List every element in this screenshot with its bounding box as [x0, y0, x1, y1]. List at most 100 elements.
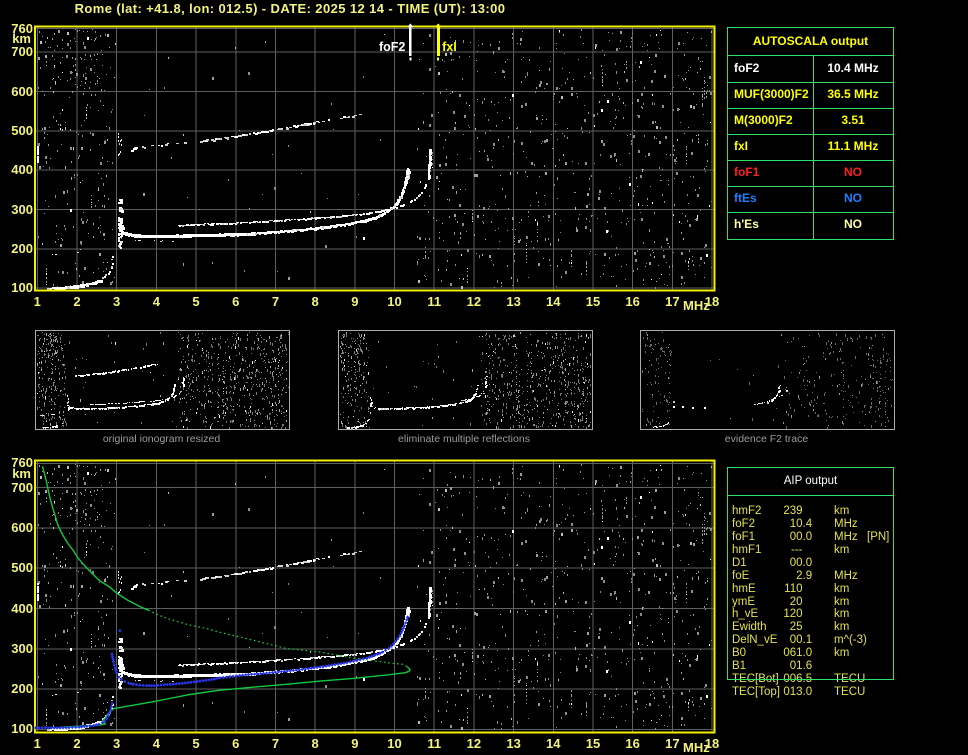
autoscala-row-value: 3.51 [813, 114, 893, 127]
y-tick-label: 100 [0, 282, 33, 294]
aip-row-value-frac: .4 [803, 518, 813, 530]
thumbnail-eliminate-reflections [338, 330, 593, 430]
aip-row-unit: km [834, 596, 849, 608]
aip-row-label: foE [732, 570, 749, 582]
autoscala-column-divider [813, 186, 814, 213]
grid-lines [36, 27, 714, 289]
x-axis-unit: MHz [683, 742, 710, 754]
aip-row-value-frac: .1 [803, 634, 813, 646]
aip-row-value-int: 2 [758, 570, 803, 582]
autoscala-column-divider [813, 212, 814, 239]
y-tick-label: 200 [0, 243, 33, 255]
x-tick-label: 1 [22, 738, 52, 750]
autoscala-row-fxi: fxI 11.1 MHz [728, 134, 893, 161]
thumbnail-plot-3 [641, 331, 894, 429]
aip-row-label: hmE [732, 583, 756, 595]
grid-lines [36, 462, 714, 732]
aip-row-label: D1 [732, 557, 747, 569]
x-tick-label: 16 [618, 296, 648, 308]
autoscala-row-value: NO [813, 218, 893, 231]
x-tick-label: 13 [499, 738, 529, 750]
thumbnail-plot-2 [339, 331, 592, 429]
aip-row-d1: D100.0 [728, 557, 893, 569]
x-tick-label: 12 [459, 738, 489, 750]
y-tick-label: 300 [0, 204, 33, 216]
aip-row-value-int: 25 [758, 621, 803, 633]
aip-row-value-frac: .9 [803, 570, 813, 582]
aip-row-hmf2: hmF2239km [728, 505, 893, 517]
y-tick-label: 700 [0, 482, 33, 494]
aip-row-hve: h_vE120km [728, 608, 893, 620]
autoscala-row-label: ftEs [734, 192, 757, 205]
ionogram-echo-dots [37, 29, 712, 290]
aip-row-label: B0 [732, 647, 746, 659]
autoscala-row-label: MUF(3000)F2 [734, 88, 809, 101]
y-tick-label: 500 [0, 562, 33, 574]
aip-row-value-frac: .0 [803, 531, 813, 543]
aip-row-unit: m^(-3) [834, 634, 867, 646]
aip-row-fof2: foF210.4MHz [728, 518, 893, 530]
aip-row-value-frac: .0 [803, 647, 813, 659]
aip-row-value-int: 00 [758, 634, 803, 646]
autoscala-row-value: 10.4 MHz [813, 62, 893, 75]
autoscala-row-value: 36.5 MHz [813, 88, 893, 101]
autoscala-row-fof1: foF1 NO [728, 160, 893, 187]
autoscala-row-ftes: ftEs NO [728, 186, 893, 213]
aip-row-unit: TECU [834, 686, 865, 698]
aip-row-delnve: DelN_vE00.1m^(-3) [728, 634, 893, 646]
autoscala-row-value: 11.1 MHz [813, 140, 893, 153]
aip-row-hme: hmE110km [728, 583, 893, 595]
aip-row-ewidth: Ewidth25km [728, 621, 893, 633]
x-tick-label: 11 [419, 296, 449, 308]
aip-row-unit: km [834, 505, 849, 517]
autoscala-row-label: fxI [734, 140, 748, 153]
aip-row-unit: km [834, 647, 849, 659]
marker-label-fxi: fxI [442, 40, 482, 54]
autoscala-row-value: NO [813, 192, 893, 205]
x-tick-label: 8 [300, 296, 330, 308]
y-tick-label: 500 [0, 125, 33, 137]
x-tick-label: 6 [221, 296, 251, 308]
autoscala-column-divider [813, 82, 814, 109]
aip-row-value-int: 10 [758, 518, 803, 530]
autoscala-row-hes: h'Es NO [728, 212, 893, 238]
x-tick-label: 15 [578, 738, 608, 750]
aip-row-b1: B101.6 [728, 660, 893, 672]
aip-row-label: foF2 [732, 518, 755, 530]
aip-row-note: [PN] [867, 531, 889, 543]
x-tick-label: 10 [380, 738, 410, 750]
x-tick-label: 14 [538, 738, 568, 750]
aip-row-unit: MHz [834, 570, 858, 582]
y-tick-label: 600 [0, 522, 33, 534]
autoscala-column-divider [813, 108, 814, 135]
autoscala-column-divider [813, 56, 814, 83]
aip-row-b0: B0061.0km [728, 647, 893, 659]
y-tick-label: 200 [0, 683, 33, 695]
y-axis-unit: km [0, 468, 31, 480]
autoscala-row-value: NO [813, 166, 893, 179]
autoscala-row-label: h'Es [734, 218, 759, 231]
y-tick-label: 700 [0, 46, 33, 58]
aip-output-panel: AIP outputhmF2239kmfoF210.4MHzfoF100.0MH… [727, 467, 894, 680]
y-tick-label: 400 [0, 164, 33, 176]
x-tick-label: 1 [22, 296, 52, 308]
x-tick-label: 7 [260, 296, 290, 308]
autoscala-window: Rome (lat: +41.8, lon: 012.5) - DATE: 20… [0, 0, 968, 755]
aip-row-value-int: --- [758, 544, 803, 556]
autoscala-row-label: foF1 [734, 166, 759, 179]
x-tick-label: 3 [102, 738, 132, 750]
aip-row-hmf1: hmF1---km [728, 544, 893, 556]
autoscala-row-muf3000f2: MUF(3000)F2 36.5 MHz [728, 82, 893, 109]
x-tick-label: 10 [380, 296, 410, 308]
x-tick-label: 9 [340, 296, 370, 308]
aip-row-value-int: 00 [758, 531, 803, 543]
aip-row-value-int: 120 [758, 608, 803, 620]
x-tick-label: 13 [499, 296, 529, 308]
aip-row-value-int: 01 [758, 660, 803, 672]
autoscala-output-table: AUTOSCALA outputfoF210.4 MHzMUF(3000)F23… [727, 27, 894, 240]
aip-row-fof1: foF100.0MHz[PN] [728, 531, 893, 543]
aip-row-yme: ymE20km [728, 596, 893, 608]
plot-border [35, 461, 715, 733]
autoscala-row-label: foF2 [734, 62, 759, 75]
aip-row-foe: foE 2.9 MHz [728, 570, 893, 582]
